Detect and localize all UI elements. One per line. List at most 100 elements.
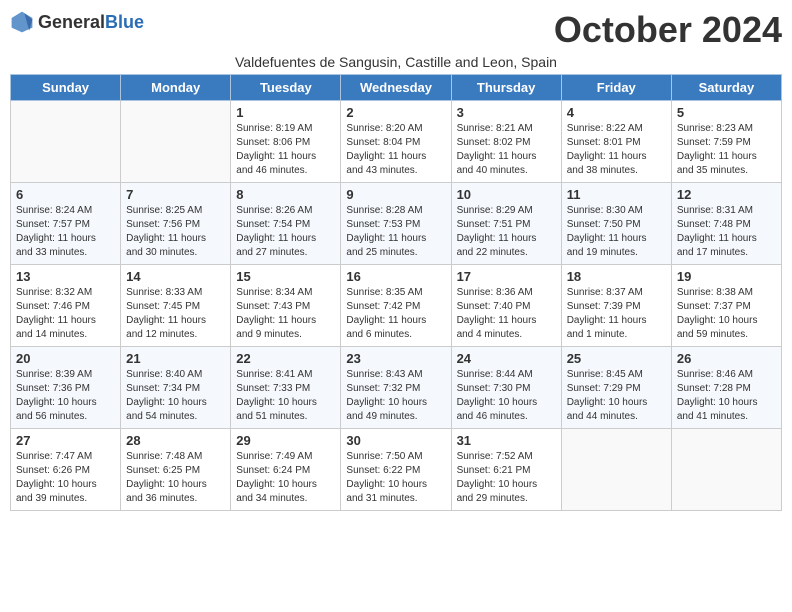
calendar: Sunday Monday Tuesday Wednesday Thursday… bbox=[10, 74, 782, 511]
day-number: 28 bbox=[126, 433, 225, 448]
day-number: 17 bbox=[457, 269, 556, 284]
day-info: Sunrise: 7:48 AM Sunset: 6:25 PM Dayligh… bbox=[126, 450, 225, 506]
day-number: 2 bbox=[346, 105, 445, 120]
table-cell: 7 Sunrise: 8:25 AM Sunset: 7:56 PM Daylig… bbox=[121, 182, 231, 264]
table-cell: 22 Sunrise: 8:41 AM Sunset: 7:33 PM Dayli… bbox=[231, 346, 341, 428]
table-cell: 20Sunrise: 8:39 AM Sunset: 7:36 PM Dayli… bbox=[11, 346, 121, 428]
table-cell: 28 Sunrise: 7:48 AM Sunset: 6:25 PM Dayli… bbox=[121, 428, 231, 510]
table-cell: 26 Sunrise: 8:46 AM Sunset: 7:28 PM Dayli… bbox=[671, 346, 781, 428]
day-number: 19 bbox=[677, 269, 776, 284]
day-info: Sunrise: 8:25 AM Sunset: 7:56 PM Dayligh… bbox=[126, 204, 225, 260]
table-cell: 29Sunrise: 7:49 AM Sunset: 6:24 PM Dayli… bbox=[231, 428, 341, 510]
header-saturday: Saturday bbox=[671, 74, 781, 100]
day-info: Sunrise: 7:47 AM Sunset: 6:26 PM Dayligh… bbox=[16, 450, 115, 506]
day-info: Sunrise: 8:26 AM Sunset: 7:54 PM Dayligh… bbox=[236, 204, 335, 260]
day-number: 30 bbox=[346, 433, 445, 448]
table-cell: 3 Sunrise: 8:21 AM Sunset: 8:02 PM Daylig… bbox=[451, 100, 561, 182]
day-number: 3 bbox=[457, 105, 556, 120]
day-info: Sunrise: 8:31 AM Sunset: 7:48 PM Dayligh… bbox=[677, 204, 776, 260]
header-friday: Friday bbox=[561, 74, 671, 100]
month-title: October 2024 bbox=[554, 10, 782, 50]
day-number: 6 bbox=[16, 187, 115, 202]
day-info: Sunrise: 8:19 AM Sunset: 8:06 PM Dayligh… bbox=[236, 122, 335, 178]
day-info: Sunrise: 8:23 AM Sunset: 7:59 PM Dayligh… bbox=[677, 122, 776, 178]
table-cell bbox=[11, 100, 121, 182]
day-info: Sunrise: 8:21 AM Sunset: 8:02 PM Dayligh… bbox=[457, 122, 556, 178]
table-cell: 2 Sunrise: 8:20 AM Sunset: 8:04 PM Daylig… bbox=[341, 100, 451, 182]
table-cell: 12 Sunrise: 8:31 AM Sunset: 7:48 PM Dayli… bbox=[671, 182, 781, 264]
day-info: Sunrise: 8:34 AM Sunset: 7:43 PM Dayligh… bbox=[236, 286, 335, 342]
header: GeneralBlue October 2024 bbox=[10, 10, 782, 50]
day-number: 5 bbox=[677, 105, 776, 120]
table-cell: 1 Sunrise: 8:19 AM Sunset: 8:06 PM Daylig… bbox=[231, 100, 341, 182]
day-info: Sunrise: 8:33 AM Sunset: 7:45 PM Dayligh… bbox=[126, 286, 225, 342]
header-sunday: Sunday bbox=[11, 74, 121, 100]
table-cell: 4 Sunrise: 8:22 AM Sunset: 8:01 PM Daylig… bbox=[561, 100, 671, 182]
table-cell bbox=[671, 428, 781, 510]
table-cell: 16 Sunrise: 8:35 AM Sunset: 7:42 PM Dayli… bbox=[341, 264, 451, 346]
day-number: 23 bbox=[346, 351, 445, 366]
table-cell: 17Sunrise: 8:36 AM Sunset: 7:40 PM Dayli… bbox=[451, 264, 561, 346]
day-number: 9 bbox=[346, 187, 445, 202]
table-cell: 21Sunrise: 8:40 AM Sunset: 7:34 PM Dayli… bbox=[121, 346, 231, 428]
table-cell: 11Sunrise: 8:30 AM Sunset: 7:50 PM Dayli… bbox=[561, 182, 671, 264]
calendar-header-row: Sunday Monday Tuesday Wednesday Thursday… bbox=[11, 74, 782, 100]
day-number: 27 bbox=[16, 433, 115, 448]
day-info: Sunrise: 7:52 AM Sunset: 6:21 PM Dayligh… bbox=[457, 450, 556, 506]
day-number: 4 bbox=[567, 105, 666, 120]
table-cell: 27 Sunrise: 7:47 AM Sunset: 6:26 PM Dayli… bbox=[11, 428, 121, 510]
table-cell: 18Sunrise: 8:37 AM Sunset: 7:39 PM Dayli… bbox=[561, 264, 671, 346]
table-cell: 8 Sunrise: 8:26 AM Sunset: 7:54 PM Daylig… bbox=[231, 182, 341, 264]
day-number: 20 bbox=[16, 351, 115, 366]
title-area: October 2024 bbox=[554, 10, 782, 50]
day-number: 18 bbox=[567, 269, 666, 284]
logo: GeneralBlue bbox=[10, 10, 144, 34]
table-cell bbox=[121, 100, 231, 182]
table-cell: 23 Sunrise: 8:43 AM Sunset: 7:32 PM Dayli… bbox=[341, 346, 451, 428]
day-number: 15 bbox=[236, 269, 335, 284]
day-number: 7 bbox=[126, 187, 225, 202]
week-row-0: 1 Sunrise: 8:19 AM Sunset: 8:06 PM Daylig… bbox=[11, 100, 782, 182]
day-info: Sunrise: 8:44 AM Sunset: 7:30 PM Dayligh… bbox=[457, 368, 556, 424]
day-number: 11 bbox=[567, 187, 666, 202]
day-info: Sunrise: 8:32 AM Sunset: 7:46 PM Dayligh… bbox=[16, 286, 115, 342]
table-cell: 30Sunrise: 7:50 AM Sunset: 6:22 PM Dayli… bbox=[341, 428, 451, 510]
day-info: Sunrise: 8:46 AM Sunset: 7:28 PM Dayligh… bbox=[677, 368, 776, 424]
logo-icon bbox=[10, 10, 34, 34]
subtitle: Valdefuentes de Sangusin, Castille and L… bbox=[10, 54, 782, 70]
day-number: 12 bbox=[677, 187, 776, 202]
day-number: 8 bbox=[236, 187, 335, 202]
day-info: Sunrise: 8:20 AM Sunset: 8:04 PM Dayligh… bbox=[346, 122, 445, 178]
header-thursday: Thursday bbox=[451, 74, 561, 100]
table-cell: 14 Sunrise: 8:33 AM Sunset: 7:45 PM Dayli… bbox=[121, 264, 231, 346]
day-info: Sunrise: 8:45 AM Sunset: 7:29 PM Dayligh… bbox=[567, 368, 666, 424]
logo-text: GeneralBlue bbox=[38, 12, 144, 33]
day-info: Sunrise: 8:28 AM Sunset: 7:53 PM Dayligh… bbox=[346, 204, 445, 260]
header-wednesday: Wednesday bbox=[341, 74, 451, 100]
day-number: 31 bbox=[457, 433, 556, 448]
logo-general: General bbox=[38, 12, 105, 32]
day-info: Sunrise: 8:35 AM Sunset: 7:42 PM Dayligh… bbox=[346, 286, 445, 342]
day-number: 13 bbox=[16, 269, 115, 284]
day-number: 16 bbox=[346, 269, 445, 284]
day-info: Sunrise: 8:29 AM Sunset: 7:51 PM Dayligh… bbox=[457, 204, 556, 260]
header-tuesday: Tuesday bbox=[231, 74, 341, 100]
header-monday: Monday bbox=[121, 74, 231, 100]
week-row-4: 27 Sunrise: 7:47 AM Sunset: 6:26 PM Dayli… bbox=[11, 428, 782, 510]
day-number: 25 bbox=[567, 351, 666, 366]
week-row-3: 20Sunrise: 8:39 AM Sunset: 7:36 PM Dayli… bbox=[11, 346, 782, 428]
table-cell: 5 Sunrise: 8:23 AM Sunset: 7:59 PM Daylig… bbox=[671, 100, 781, 182]
table-cell: 31 Sunrise: 7:52 AM Sunset: 6:21 PM Dayli… bbox=[451, 428, 561, 510]
day-info: Sunrise: 8:22 AM Sunset: 8:01 PM Dayligh… bbox=[567, 122, 666, 178]
day-info: Sunrise: 8:41 AM Sunset: 7:33 PM Dayligh… bbox=[236, 368, 335, 424]
table-cell: 19 Sunrise: 8:38 AM Sunset: 7:37 PM Dayli… bbox=[671, 264, 781, 346]
week-row-1: 6Sunrise: 8:24 AM Sunset: 7:57 PM Daylig… bbox=[11, 182, 782, 264]
day-number: 1 bbox=[236, 105, 335, 120]
day-number: 26 bbox=[677, 351, 776, 366]
day-info: Sunrise: 8:38 AM Sunset: 7:37 PM Dayligh… bbox=[677, 286, 776, 342]
table-cell: 9 Sunrise: 8:28 AM Sunset: 7:53 PM Daylig… bbox=[341, 182, 451, 264]
table-cell: 25 Sunrise: 8:45 AM Sunset: 7:29 PM Dayli… bbox=[561, 346, 671, 428]
day-number: 22 bbox=[236, 351, 335, 366]
day-info: Sunrise: 8:43 AM Sunset: 7:32 PM Dayligh… bbox=[346, 368, 445, 424]
day-number: 14 bbox=[126, 269, 225, 284]
